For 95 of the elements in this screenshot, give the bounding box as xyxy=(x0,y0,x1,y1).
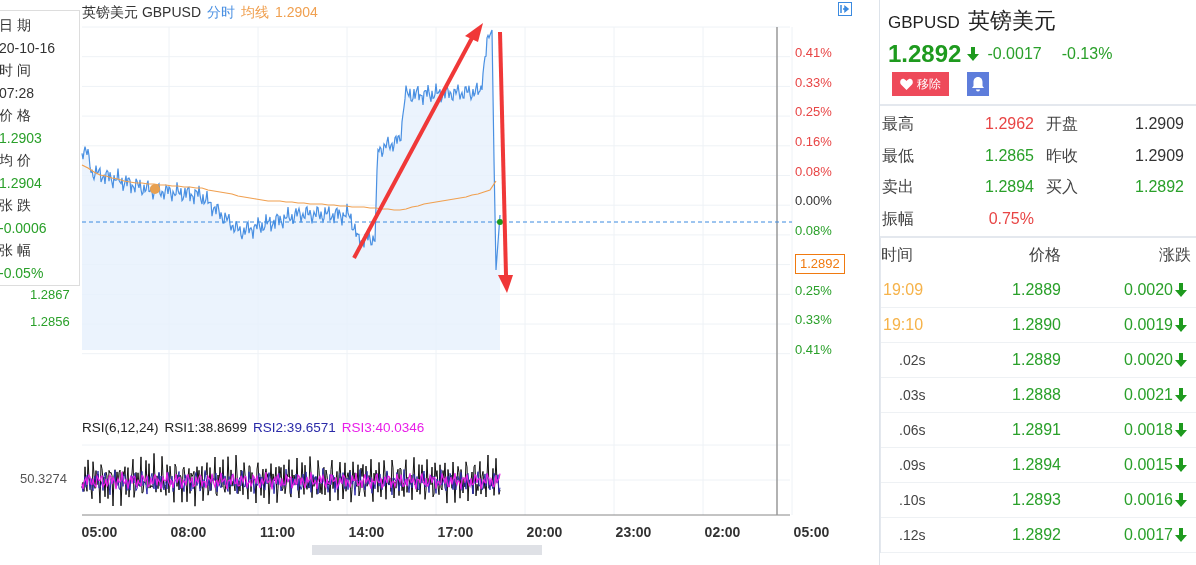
time-axis-label: 11:00 xyxy=(258,524,296,540)
tick-change: 0.0020 xyxy=(1061,351,1191,369)
tick-price: 1.2889 xyxy=(1011,281,1061,299)
price-axis-label: 1.2856 xyxy=(30,314,70,329)
tick-price: 1.2893 xyxy=(1011,491,1061,509)
percent-axis-label: 0.08% xyxy=(795,162,832,181)
column-header: 价格 xyxy=(1028,245,1061,265)
tooltip-value: 1.2904 xyxy=(0,173,43,193)
rsi2-value: RSI2:39.6571 xyxy=(253,420,336,435)
tick-change: 0.0016 xyxy=(1061,491,1191,509)
time-axis-label: 05:00 xyxy=(792,524,831,540)
stat-label: 振幅 xyxy=(882,208,915,229)
current-price-tag: 1.2892 xyxy=(795,253,845,274)
tick-change: 0.0019 xyxy=(1061,316,1191,334)
tooltip-label: 张 幅 xyxy=(0,241,32,260)
tick-time: .02s xyxy=(898,352,927,368)
stat-value: 1.2909 xyxy=(1134,145,1184,166)
stat-label: 最低 xyxy=(882,145,915,166)
rsi3-value: RSI3:40.0346 xyxy=(341,420,425,435)
stat-label: 开盘 xyxy=(1045,114,1079,134)
tick-change: 0.0020 xyxy=(1061,281,1191,299)
average-value: 1.2904 xyxy=(275,4,318,22)
tooltip-value: 07:28 xyxy=(0,83,36,103)
tooltip-value: -0.05% xyxy=(0,263,45,283)
alert-button[interactable] xyxy=(967,72,989,96)
tick-time: 19:09 xyxy=(882,281,925,299)
tick-price: 1.2892 xyxy=(1011,526,1061,544)
price-change: -0.0017 xyxy=(987,45,1042,63)
symbol: GBPUSD xyxy=(888,13,960,33)
tick-change: 0.0021 xyxy=(1061,386,1191,404)
mode-label[interactable]: 分时 xyxy=(207,4,235,22)
tick-time: 19:10 xyxy=(882,316,925,334)
stat-label: 昨收 xyxy=(1045,145,1079,166)
time-axis-label: 20:00 xyxy=(525,524,564,540)
time-axis-label: 08:00 xyxy=(169,524,208,540)
tooltip-label: 时 间 xyxy=(0,61,32,80)
time-axis-label: 23:00 xyxy=(614,524,653,540)
cursor-dot xyxy=(150,184,160,194)
rsi1-value: RSI1:38.8699 xyxy=(164,420,248,435)
tooltip-value: 1.2903 xyxy=(0,128,43,148)
percent-axis-label: 0.41% xyxy=(795,44,832,62)
stat-value: 1.2894 xyxy=(984,177,1034,197)
time-axis-label: 17:00 xyxy=(436,524,475,540)
stat-label: 最高 xyxy=(882,114,915,134)
tick-time: .10s xyxy=(898,492,927,508)
tick-price: 1.2890 xyxy=(1011,316,1061,334)
column-header: 时间 xyxy=(881,245,914,265)
percent-axis-label: 0.16% xyxy=(795,133,832,152)
percent-axis-label: 0.08% xyxy=(795,222,832,241)
percent-axis-label: 0.33% xyxy=(795,73,832,92)
stat-value: 1.2962 xyxy=(984,114,1034,134)
tooltip-label: 日 期 xyxy=(0,16,32,35)
tooltip-label: 张 跌 xyxy=(0,196,32,215)
tick-price: 1.2888 xyxy=(1011,386,1061,404)
tick-time: .06s xyxy=(898,422,927,438)
rsi-title: RSI(6,12,24) xyxy=(82,420,159,435)
percent-axis-label: 0.25% xyxy=(795,281,832,300)
percent-axis-label: 0.00% xyxy=(795,192,832,211)
time-axis-label: 02:00 xyxy=(703,524,742,540)
price-axis-label: 1.2867 xyxy=(30,287,70,302)
instrument-name: 英镑美元 xyxy=(967,7,1056,35)
tick-change: 0.0018 xyxy=(1061,421,1191,439)
scroll-handle[interactable] xyxy=(312,545,542,555)
stat-value: 1.2865 xyxy=(984,145,1034,166)
tick-time: .12s xyxy=(898,527,927,543)
remove-button[interactable]: 移除 xyxy=(892,72,949,96)
tick-price: 1.2891 xyxy=(1011,421,1061,439)
tick-time: .03s xyxy=(898,387,927,403)
tooltip-value: -0.0006 xyxy=(0,218,48,238)
last-point-dot xyxy=(497,219,503,225)
percent-axis-label: 0.25% xyxy=(795,103,832,122)
tooltip-value: 20-10-16 xyxy=(0,38,57,58)
last-price: 1.2892 xyxy=(888,40,962,68)
tick-change: 0.0017 xyxy=(1061,526,1191,544)
stat-value: 0.75% xyxy=(987,208,1034,229)
tick-time: .09s xyxy=(898,457,927,473)
stat-value: 1.2909 xyxy=(1134,114,1184,134)
bell-icon xyxy=(971,76,985,92)
chart-title: 英镑美元 GBPUSD xyxy=(82,4,201,22)
export-icon[interactable] xyxy=(838,2,852,16)
time-axis-label: 05:00 xyxy=(80,524,119,540)
tick-price: 1.2894 xyxy=(1011,456,1061,474)
stat-value: 1.2892 xyxy=(1134,177,1184,197)
tick-change: 0.0015 xyxy=(1061,456,1191,474)
stat-label: 卖出 xyxy=(882,177,915,197)
rsi-axis-label: 50.3274 xyxy=(20,471,67,486)
heart-icon xyxy=(900,78,913,90)
percent-axis-label: 0.33% xyxy=(795,311,832,330)
percent-change: -0.13% xyxy=(1061,45,1113,63)
tick-price: 1.2889 xyxy=(1011,351,1061,369)
column-header: 涨跌 xyxy=(1158,245,1191,265)
percent-axis-label: 0.41% xyxy=(795,340,832,359)
time-axis-label: 14:00 xyxy=(347,524,386,540)
average-label: 均线 xyxy=(241,4,269,22)
stat-label: 买入 xyxy=(1045,177,1079,197)
